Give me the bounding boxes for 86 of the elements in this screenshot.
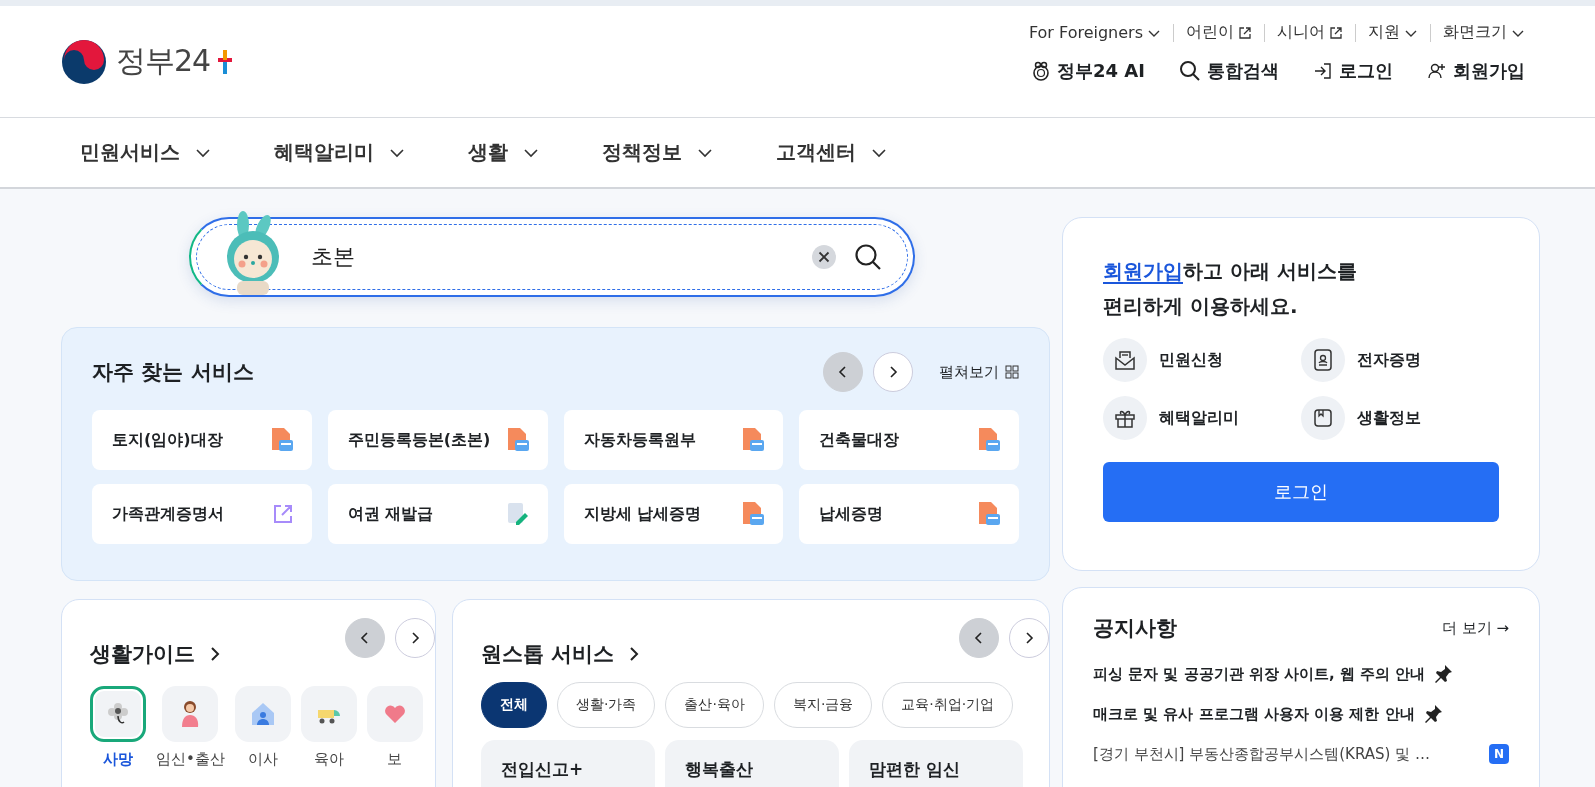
- section-title-link[interactable]: 생활가이드: [90, 640, 223, 668]
- nav-menu-item[interactable]: 민원서비스: [80, 139, 212, 166]
- flower-icon: [106, 701, 130, 727]
- logo-emblem-icon: [60, 37, 108, 86]
- next-button[interactable]: [873, 352, 913, 392]
- grid-icon: [1005, 365, 1019, 379]
- service-card[interactable]: 지방세 납세증명: [563, 484, 784, 544]
- header-action-link[interactable]: 로그인: [1313, 59, 1393, 83]
- nav-menu-item[interactable]: 생활: [468, 139, 540, 166]
- nav-menu-item[interactable]: 혜택알리미: [274, 139, 406, 166]
- service-card[interactable]: 가족관계증명서: [92, 484, 312, 544]
- previous-button[interactable]: [959, 618, 999, 658]
- nav-menu-item[interactable]: 고객센터: [776, 139, 888, 166]
- top-link[interactable]: 어린이: [1186, 22, 1252, 43]
- signup-message: 회원가입하고 아래 서비스를 편리하게 이용하세요.: [1103, 258, 1358, 320]
- pdf-document-icon: [741, 427, 766, 453]
- feature-label: 전자증명: [1357, 349, 1421, 371]
- service-card[interactable]: 건축물대장: [799, 410, 1019, 470]
- service-card[interactable]: 주민등록등본(초본): [327, 410, 548, 470]
- add-user-icon: [1427, 61, 1447, 81]
- notice-item[interactable]: 피싱 문자 및 공공기관 위장 사이트, 웹 주의 안내: [1093, 654, 1509, 694]
- house-icon: [249, 701, 276, 727]
- pdf-document-icon: [741, 501, 766, 527]
- service-card[interactable]: 행복출산: [665, 740, 839, 787]
- search-icon: [1179, 60, 1201, 82]
- next-button[interactable]: [395, 618, 435, 658]
- header-action-link[interactable]: 회원가입: [1427, 59, 1525, 83]
- new-badge: N: [1489, 744, 1509, 764]
- life-guide-item[interactable]: 육아: [300, 686, 357, 769]
- filter-chip[interactable]: 복지·금융: [773, 682, 873, 728]
- service-card[interactable]: 전입신고+: [481, 740, 655, 787]
- bookmark-page-icon: [1313, 408, 1333, 428]
- top-link[interactable]: 지원: [1368, 22, 1418, 43]
- external-link-icon: [1238, 25, 1252, 40]
- service-card[interactable]: 여권 재발급: [327, 484, 548, 544]
- section-title-link[interactable]: 원스톱 서비스: [481, 640, 643, 668]
- signup-link[interactable]: 회원가입: [1103, 259, 1183, 283]
- pdf-document-icon: [269, 427, 294, 453]
- feature-label: 민원신청: [1159, 349, 1223, 371]
- notice-item[interactable]: [경기 부천시] 부동산종합공부시스템(KRAS) 및 … N: [1093, 734, 1509, 774]
- login-icon: [1313, 61, 1333, 81]
- life-guide-item[interactable]: 사망: [90, 686, 146, 769]
- filter-chip[interactable]: 전체: [481, 682, 547, 728]
- search-icon[interactable]: [853, 242, 883, 272]
- pdf-document-icon: [977, 427, 1001, 453]
- notice-item[interactable]: 매크로 및 유사 프로그램 사용자 이용 제한 안내: [1093, 694, 1509, 734]
- top-link[interactable]: 시니어: [1277, 22, 1343, 43]
- top-link[interactable]: 화면크기: [1443, 22, 1525, 43]
- section-title: 자주 찾는 서비스: [92, 359, 254, 386]
- feature-label: 생활정보: [1357, 407, 1421, 429]
- more-link[interactable]: 더 보기 →: [1441, 618, 1509, 638]
- search-input[interactable]: 초본: [309, 243, 795, 271]
- filter-chip[interactable]: 교육·취업·기업: [882, 682, 1014, 728]
- life-guide-item[interactable]: 이사: [234, 686, 291, 769]
- nav-menu-item[interactable]: 정책정보: [602, 139, 714, 166]
- mascot-face-icon: [1031, 61, 1052, 81]
- life-guide-item[interactable]: 임신•출산: [156, 686, 225, 769]
- id-card-icon: [1313, 349, 1333, 371]
- filter-chip[interactable]: 출산·육아: [665, 682, 764, 728]
- heart-icon: [383, 704, 406, 724]
- header-action-link[interactable]: 정부24 AI: [1031, 59, 1145, 83]
- envelope-icon: [1114, 349, 1136, 371]
- next-button[interactable]: [1009, 618, 1049, 658]
- header-action-link[interactable]: 통합검색: [1179, 59, 1279, 83]
- life-guide-item[interactable]: 보: [366, 686, 423, 769]
- top-link[interactable]: For Foreigners: [1028, 23, 1161, 42]
- external-link-icon: [271, 503, 294, 525]
- service-card[interactable]: 토지(임야)대장: [92, 410, 312, 470]
- filter-chip[interactable]: 생활·가족: [557, 682, 656, 728]
- external-link-icon: [1329, 25, 1343, 40]
- plus-icon: [218, 49, 233, 74]
- expand-link[interactable]: 펼쳐보기: [939, 362, 1019, 382]
- feature-label: 혜택알리미: [1159, 407, 1239, 429]
- previous-button[interactable]: [345, 618, 385, 658]
- login-button[interactable]: 로그인: [1103, 462, 1499, 522]
- section-title: 공지사항: [1093, 615, 1177, 642]
- edit-document-icon: [505, 502, 530, 526]
- pin-icon: [1433, 664, 1454, 684]
- service-card[interactable]: 맘편한 임신: [849, 740, 1023, 787]
- service-card[interactable]: 납세증명: [799, 484, 1019, 544]
- pdf-document-icon: [505, 427, 530, 453]
- clear-icon[interactable]: [811, 244, 837, 270]
- pdf-document-icon: [977, 501, 1001, 527]
- service-card[interactable]: 자동차등록원부: [563, 410, 784, 470]
- logo-text[interactable]: 정부24: [116, 41, 211, 82]
- previous-button[interactable]: [823, 352, 863, 392]
